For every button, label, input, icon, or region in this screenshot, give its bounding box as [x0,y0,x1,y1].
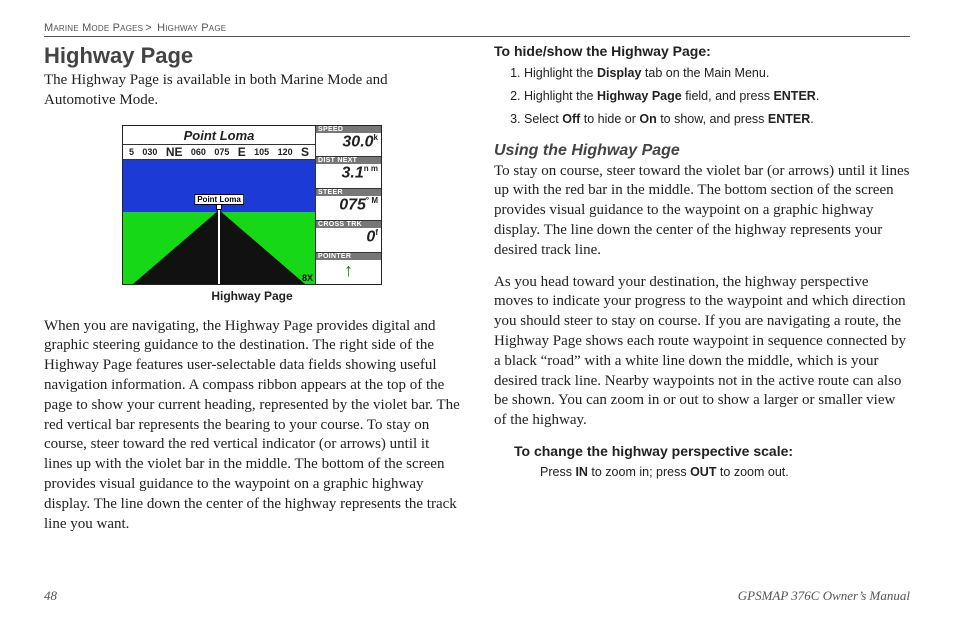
page-title: Highway Page [44,43,460,69]
fig-cell-dist-next: DIST NEXT 3.1n m [316,157,381,189]
right-para-2: As you head toward your destination, the… [494,273,910,431]
fig-cell-speed: SPEED 30.0k [316,126,381,158]
manual-title: GPSMAP 376C Owner’s Manual [738,588,910,604]
intro-paragraph: The Highway Page is available in both Ma… [44,71,460,111]
breadcrumb: Marine Mode Pages> Highway Page [44,22,910,37]
breadcrumb-a: Marine Mode Pages [44,22,143,34]
proc-step-3: Select Off to hide or On to show, and pr… [524,111,910,128]
fig-data-fields: SPEED 30.0k DIST NEXT 3.1n m STEER 075° … [315,126,381,284]
fig-compass-ribbon: 5 030 NE 060 075 E 105 120 S [123,144,315,160]
pointer-arrow-icon: ↑ [319,261,378,279]
breadcrumb-b: Highway Page [157,22,226,34]
fig-waypoint-label: Point Loma [194,194,244,205]
proc-step-1: Highlight the Display tab on the Main Me… [524,65,910,82]
right-para-1: To stay on course, steer toward the viol… [494,162,910,261]
fig-highway-view: Point Loma 8X [123,160,315,284]
fig-cell-pointer: POINTER ↑ [316,253,381,284]
fig-cell-steer: STEER 075° M [316,189,381,221]
page-footer: 48 GPSMAP 376C Owner’s Manual [44,588,910,604]
figure-screenshot: Point Loma 5 030 NE 060 075 E 105 120 S [122,125,382,285]
procedure-scale-head: To change the highway perspective scale: [514,443,910,459]
subhead-using-highway: Using the Highway Page [494,142,910,160]
procedure-scale: To change the highway perspective scale:… [514,443,910,479]
page-number: 48 [44,588,57,604]
figure-caption: Highway Page [211,289,292,303]
breadcrumb-sep: > [145,22,152,34]
left-main-paragraph: When you are navigating, the Highway Pag… [44,317,460,535]
procedure-hide-show-list: Highlight the Display tab on the Main Me… [524,65,910,128]
fig-cell-cross-trk: CROSS TRK 0f [316,221,381,253]
right-column: To hide/show the Highway Page: Highlight… [494,43,910,546]
procedure-scale-line: Press IN to zoom in; press OUT to zoom o… [540,465,910,479]
fig-zoom-level: 8X [302,273,313,283]
proc-step-2: Highlight the Highway Page field, and pr… [524,88,910,105]
figure-highway-page: Point Loma 5 030 NE 060 075 E 105 120 S [44,125,460,303]
procedure-hide-show-head: To hide/show the Highway Page: [494,43,910,59]
fig-title: Point Loma [123,128,315,143]
left-column: Highway Page The Highway Page is availab… [44,43,460,546]
